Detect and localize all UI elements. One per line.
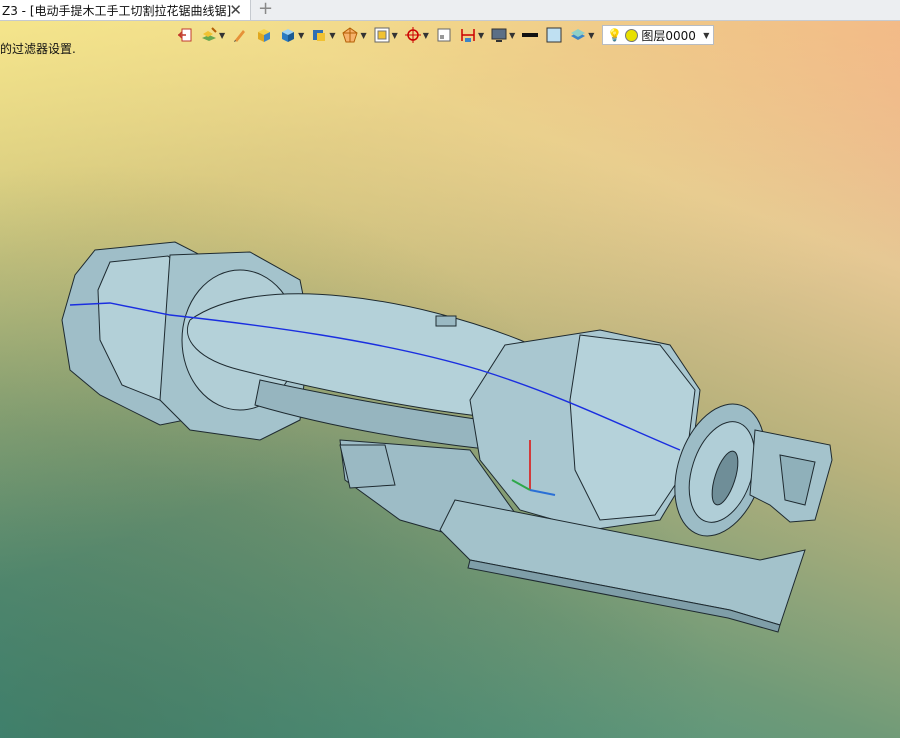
lightbulb-icon[interactable]: 💡: [607, 28, 622, 42]
chevron-down-icon: ▼: [219, 30, 226, 40]
frame-button[interactable]: [435, 26, 453, 44]
layers-button[interactable]: ▼: [200, 26, 225, 44]
chevron-down-icon: ▼: [703, 30, 710, 40]
jigsaw-3d-model[interactable]: [0, 0, 900, 738]
cube-button[interactable]: ▼: [279, 26, 304, 44]
chevron-down-icon: ▼: [477, 30, 485, 40]
layer-stack-button[interactable]: ▼: [569, 26, 594, 44]
cube-icon: [282, 29, 295, 42]
chevron-down-icon: ▼: [298, 30, 305, 40]
line-color-button[interactable]: [521, 26, 539, 44]
dimension-icon: [461, 29, 475, 42]
filter-hint-text: 的过滤器设置.: [0, 42, 76, 56]
target-button[interactable]: ▼: [404, 26, 429, 44]
chevron-down-icon: ▼: [391, 30, 398, 40]
view-cube-button[interactable]: ▼: [310, 26, 335, 44]
target-icon: [404, 27, 421, 43]
document-tab-title: Z3 - [电动手提木工手工切割拉花锯曲线锯]: [2, 3, 232, 18]
chevron-down-icon: ▼: [360, 30, 367, 40]
layer-selector[interactable]: 💡 图层0000 ▼: [602, 25, 715, 45]
layer-name: 图层0000: [641, 28, 696, 43]
chevron-down-icon: ▼: [422, 30, 429, 40]
fill-color-icon: [546, 27, 562, 43]
layers-icon: [202, 27, 217, 41]
exit-sketch-button[interactable]: [176, 26, 194, 44]
chevron-down-icon: ▼: [588, 30, 595, 40]
chevron-down-icon: ▼: [509, 30, 516, 40]
frame-icon: [437, 28, 451, 42]
grid-snap-button[interactable]: ▼: [373, 26, 398, 44]
monitor-icon: [491, 28, 507, 42]
layer-stack-icon: [571, 29, 586, 40]
render-mode-icon: [342, 27, 359, 43]
top-clip: [435, 315, 457, 327]
chevron-down-icon: ▼: [329, 30, 336, 40]
pen-button[interactable]: [231, 26, 249, 44]
fill-color-button[interactable]: [545, 26, 563, 44]
solid-button[interactable]: [255, 26, 273, 44]
view-cube-icon: [313, 30, 326, 41]
document-tab[interactable]: Z3 - [电动手提木工手工切割拉花锯曲线锯] ✕: [0, 0, 251, 20]
monitor-button[interactable]: ▼: [490, 26, 515, 44]
dimension-button[interactable]: ▼: [459, 26, 484, 44]
line-color-icon: [522, 33, 539, 37]
render-mode-button[interactable]: ▼: [341, 26, 367, 44]
pen-icon: [234, 30, 246, 42]
document-tab-bar: Z3 - [电动手提木工手工切割拉花锯曲线锯] ✕ +: [0, 0, 900, 21]
close-icon[interactable]: ✕: [229, 1, 242, 19]
solid-icon: [258, 29, 271, 42]
exit-sketch-icon: [177, 28, 192, 42]
knob: [339, 444, 396, 489]
layer-color-dot: [625, 28, 639, 42]
plus-icon[interactable]: +: [258, 0, 273, 18]
view-toolbar: ▼ ▼ ▼ ▼ ▼ ▼ ▼ ▼ ▼ 💡 图层0000 ▼: [176, 23, 715, 47]
grid-snap-icon: [374, 27, 390, 43]
